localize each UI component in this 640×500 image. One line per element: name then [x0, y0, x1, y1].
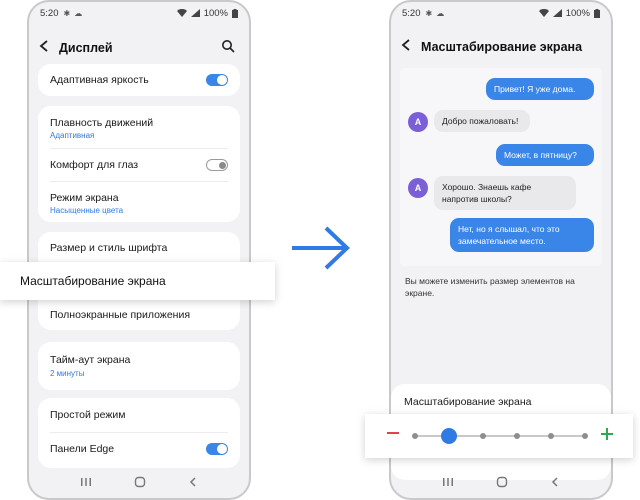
cloud-icon: ☁ [74, 8, 83, 18]
settings-card-main: Плавность движений Адаптивная Комфорт дл… [38, 106, 240, 222]
app-bar: Масштабирование экрана [391, 31, 611, 63]
zoom-slider-popup [365, 414, 633, 458]
page-title: Дисплей [59, 41, 113, 55]
signal-icon [552, 9, 562, 17]
page-title: Масштабирование экрана [421, 40, 583, 54]
setting-label: Простой режим [50, 409, 126, 421]
zoom-slider-tick[interactable] [514, 433, 520, 439]
setting-label: Комфорт для глаз [50, 159, 139, 171]
message-in: Добро пожаловать! [434, 110, 530, 132]
zoom-slider-tick[interactable] [582, 433, 588, 439]
setting-font-size-style[interactable]: Размер и стиль шрифта [38, 232, 240, 262]
zoom-panel-title: Масштабирование экрана [404, 396, 532, 408]
setting-fullscreen-apps[interactable]: Полноэкранные приложения [38, 298, 240, 328]
notification-icons: ✱ ☁ [64, 9, 83, 18]
setting-eye-comfort[interactable]: Комфорт для глаз [38, 150, 240, 180]
settings-card-extra: Простой режим Панели Edge [38, 398, 240, 468]
setting-value: 2 минуты [50, 369, 85, 378]
zoom-slider-tick[interactable] [548, 433, 554, 439]
phone-display-settings: 5:20 ✱ ☁ 100% Дисплей Адаптивная яркость … [27, 0, 251, 500]
zoom-slider-tick[interactable] [412, 433, 418, 439]
recent-apps-icon[interactable] [442, 476, 454, 490]
back-button[interactable] [39, 39, 59, 57]
signal-icon [190, 9, 200, 17]
avatar: A [408, 178, 428, 198]
navigation-bar [29, 468, 249, 498]
setting-easy-mode[interactable]: Простой режим [38, 398, 240, 431]
zoom-description: Вы можете изменить размер элементов на э… [405, 276, 575, 298]
divider [50, 148, 228, 149]
back-button[interactable] [401, 38, 421, 56]
settings-card-brightness: Адаптивная яркость [38, 64, 240, 96]
search-button[interactable] [221, 39, 239, 57]
setting-label: Адаптивная яркость [50, 74, 149, 86]
chat-preview: Привет! Я уже дома. A Добро пожаловать! … [400, 68, 602, 266]
app-bar: Дисплей [29, 32, 249, 64]
message-out: Привет! Я уже дома. [486, 78, 594, 100]
setting-value: Адаптивная [50, 131, 95, 140]
setting-label: Размер и стиль шрифта [50, 242, 168, 254]
wifi-icon [176, 9, 187, 17]
setting-label: Панели Edge [50, 443, 115, 455]
status-time: 5:20 [402, 7, 421, 19]
setting-label: Тайм-аут экрана [50, 354, 131, 366]
screen-zoom-highlight[interactable]: Масштабирование экрана [0, 262, 275, 300]
nav-back-icon[interactable] [550, 476, 560, 491]
message-out: Нет, но я слышал, что это замечательное … [450, 218, 594, 252]
setting-label: Полноэкранные приложения [50, 309, 191, 321]
setting-motion-smoothness[interactable]: Плавность движений Адаптивная [38, 106, 240, 146]
zoom-slider-tick[interactable] [480, 433, 486, 439]
adaptive-brightness-toggle[interactable] [206, 74, 228, 86]
gear-icon: ✱ [425, 8, 433, 18]
nav-back-icon[interactable] [188, 476, 198, 491]
minus-icon[interactable] [387, 426, 401, 440]
setting-screen-timeout[interactable]: Тайм-аут экрана 2 минуты [38, 342, 240, 390]
battery-percent: 100% [565, 7, 590, 19]
edge-panels-toggle[interactable] [206, 443, 228, 455]
setting-label: Плавность движений [50, 117, 154, 129]
search-icon [222, 40, 235, 53]
eye-comfort-toggle[interactable] [206, 159, 228, 171]
cloud-icon: ☁ [436, 8, 445, 18]
setting-adaptive-brightness[interactable]: Адаптивная яркость [38, 64, 240, 96]
settings-card-timeout: Тайм-аут экрана 2 минуты [38, 342, 240, 390]
arrow-left-icon [39, 40, 48, 52]
divider [50, 432, 228, 433]
setting-edge-panels[interactable]: Панели Edge [38, 434, 240, 466]
gear-icon: ✱ [63, 8, 71, 18]
home-icon[interactable] [496, 476, 508, 491]
setting-screen-mode[interactable]: Режим экрана Насыщенные цвета [38, 183, 240, 221]
arrow-left-icon [401, 39, 410, 51]
setting-value: Насыщенные цвета [50, 206, 124, 215]
message-in: Хорошо. Знаешь кафе напротив школы? [434, 176, 576, 210]
status-bar: 5:20 ✱ ☁ 100% [29, 2, 249, 24]
message-out: Может, в пятницу? [496, 144, 594, 166]
wifi-icon [538, 9, 549, 17]
home-icon[interactable] [134, 476, 146, 491]
navigation-bar [391, 468, 611, 498]
plus-icon[interactable] [601, 427, 615, 441]
battery-icon [594, 8, 600, 18]
notification-icons: ✱ ☁ [426, 9, 445, 18]
setting-label: Режим экрана [50, 192, 119, 204]
screen-zoom-label: Масштабирование экрана [20, 274, 166, 288]
zoom-slider-thumb[interactable] [441, 428, 457, 444]
recent-apps-icon[interactable] [80, 476, 92, 490]
divider [50, 181, 228, 182]
avatar: A [408, 112, 428, 132]
status-bar: 5:20 ✱ ☁ 100% [391, 2, 611, 24]
status-time: 5:20 [40, 7, 59, 19]
arrow-right-icon [292, 226, 350, 270]
battery-icon [232, 8, 238, 18]
battery-percent: 100% [203, 7, 228, 19]
